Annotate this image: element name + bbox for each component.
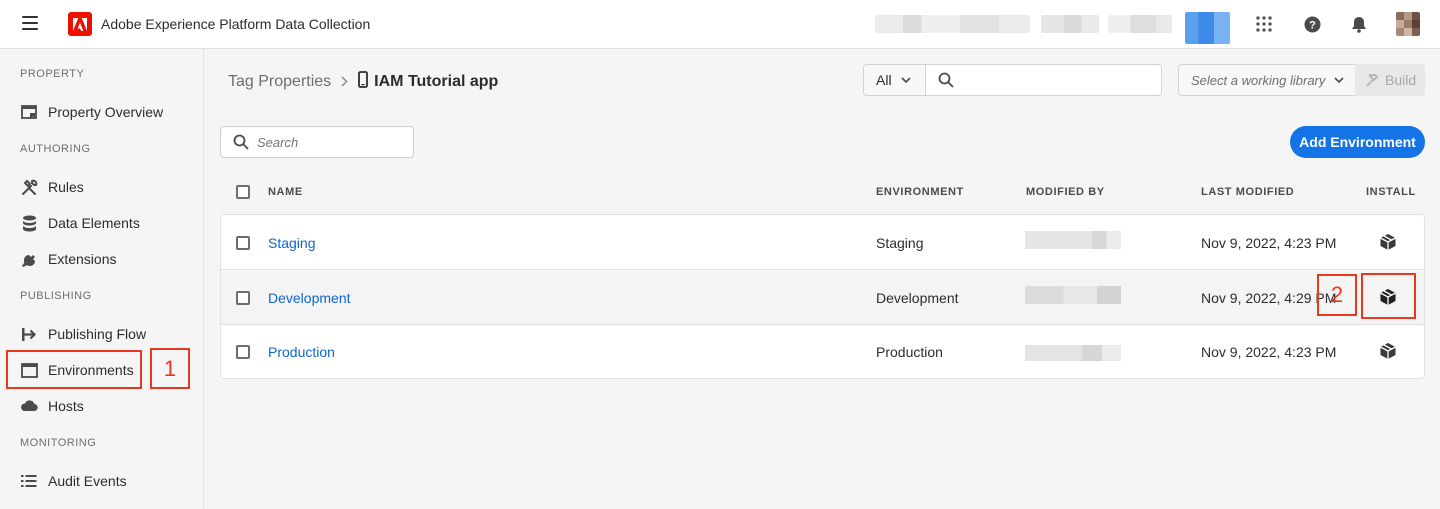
sandbox-badge-redacted[interactable] [1185,12,1230,44]
sidebar-item-hosts[interactable]: Hosts [14,392,192,420]
section-heading-authoring: AUTHORING [20,143,91,155]
sidebar-item-rules[interactable]: Rules [14,173,192,201]
hosts-icon [20,397,38,415]
table-row[interactable]: Production Production Nov 9, 2022, 4:23 … [221,325,1424,378]
sidebar-item-label: Extensions [48,251,117,267]
modified-by-redacted [1025,231,1121,249]
environment-search-field[interactable] [220,126,414,158]
chevron-right-icon [341,74,348,90]
modified-by-redacted [1025,286,1121,304]
build-button[interactable]: Build [1355,64,1425,96]
environment-search-input[interactable] [257,134,407,150]
modified-by-redacted [1025,345,1121,361]
sidebar-item-label: Rules [48,179,84,195]
help-icon[interactable]: ? [1302,14,1322,34]
search-scope-value: All [876,72,892,88]
rules-icon [20,178,38,196]
environment-name-link[interactable]: Staging [268,235,315,251]
last-modified-date: Nov 9, 2022, 4:23 PM [1201,235,1337,251]
property-overview-icon [20,103,38,121]
audit-events-icon [20,472,38,490]
sidebar-item-extensions[interactable]: Extensions [14,245,192,273]
section-heading-publishing: PUBLISHING [20,290,92,302]
build-button-label: Build [1385,72,1417,88]
column-header-modified-by[interactable]: MODIFIED BY [1026,186,1105,198]
environment-type: Staging [876,235,924,251]
search-icon [938,72,954,88]
breadcrumb-current: IAM Tutorial app [374,73,499,90]
annotation-highlight-environments [6,350,142,389]
sidebar-item-label: Property Overview [48,104,164,120]
annotation-number-2: 2 [1317,274,1357,316]
sidebar-item-label: Hosts [48,398,84,414]
table-row[interactable]: Development Development Nov 9, 2022, 4:2… [221,270,1424,325]
publishing-flow-icon [20,325,38,343]
table-row[interactable]: Staging Staging Nov 9, 2022, 4:23 PM [221,215,1424,270]
chevron-down-icon [1334,76,1344,84]
install-package-icon[interactable] [1378,341,1398,361]
section-heading-monitoring: MONITORING [20,437,97,449]
sidebar-item-data-elements[interactable]: Data Elements [14,209,192,237]
environment-name-link[interactable]: Development [268,290,351,306]
org-name-redacted [875,15,1030,33]
environments-table: Staging Staging Nov 9, 2022, 4:23 PM Dev… [220,214,1425,379]
working-library-dropdown[interactable]: Select a working library [1178,64,1356,96]
top-bar: Adobe Experience Platform Data Collectio… [0,0,1440,49]
org-name-redacted-2 [1041,15,1099,33]
hammer-icon [1365,73,1379,87]
sidebar-item-label: Publishing Flow [48,326,147,342]
row-checkbox[interactable] [236,236,250,250]
chevron-down-icon [900,76,911,84]
row-checkbox[interactable] [236,345,250,359]
apps-grid-icon[interactable] [1254,14,1274,34]
app-title: Adobe Experience Platform Data Collectio… [101,16,371,32]
breadcrumb-root-link[interactable]: Tag Properties [228,73,331,91]
environment-type: Development [876,290,959,306]
mobile-device-icon [358,71,369,93]
search-scope-dropdown[interactable]: All [863,64,926,96]
environment-name-link[interactable]: Production [268,344,335,360]
extensions-icon [20,250,38,268]
last-modified-date: Nov 9, 2022, 4:23 PM [1201,344,1337,360]
column-header-name[interactable]: NAME [268,186,303,198]
column-header-install: INSTALL [1366,186,1416,198]
working-library-placeholder: Select a working library [1191,72,1326,88]
environment-type: Production [876,344,943,360]
select-all-checkbox[interactable] [236,185,250,199]
annotation-number-1: 1 [150,348,190,389]
menu-icon[interactable] [22,16,38,32]
add-environment-button[interactable]: Add Environment [1290,126,1425,158]
sidebar-item-property-overview[interactable]: Property Overview [14,98,192,126]
sidebar-item-label: Data Elements [48,215,140,231]
row-checkbox[interactable] [236,291,250,305]
breadcrumb: Tag Properties IAM Tutorial app [228,71,498,93]
sidebar-item-audit-events[interactable]: Audit Events [14,467,192,495]
column-header-last-modified[interactable]: LAST MODIFIED [1201,186,1294,198]
install-package-icon[interactable] [1378,232,1398,252]
section-heading-property: PROPERTY [20,68,85,80]
sidebar-item-publishing-flow[interactable]: Publishing Flow [14,320,192,348]
adobe-logo[interactable] [68,12,92,36]
data-elements-icon [20,214,38,232]
column-header-environment[interactable]: ENVIRONMENT [876,186,964,198]
org-name-redacted-3 [1108,15,1172,33]
sidebar-item-label: Audit Events [48,473,127,489]
global-search-field[interactable] [925,64,1162,96]
svg-text:?: ? [1309,19,1316,31]
notifications-bell-icon[interactable] [1349,14,1369,34]
user-avatar[interactable] [1396,12,1420,36]
global-search-input[interactable] [964,72,1154,88]
annotation-highlight-install [1361,273,1416,319]
search-icon [233,134,249,150]
